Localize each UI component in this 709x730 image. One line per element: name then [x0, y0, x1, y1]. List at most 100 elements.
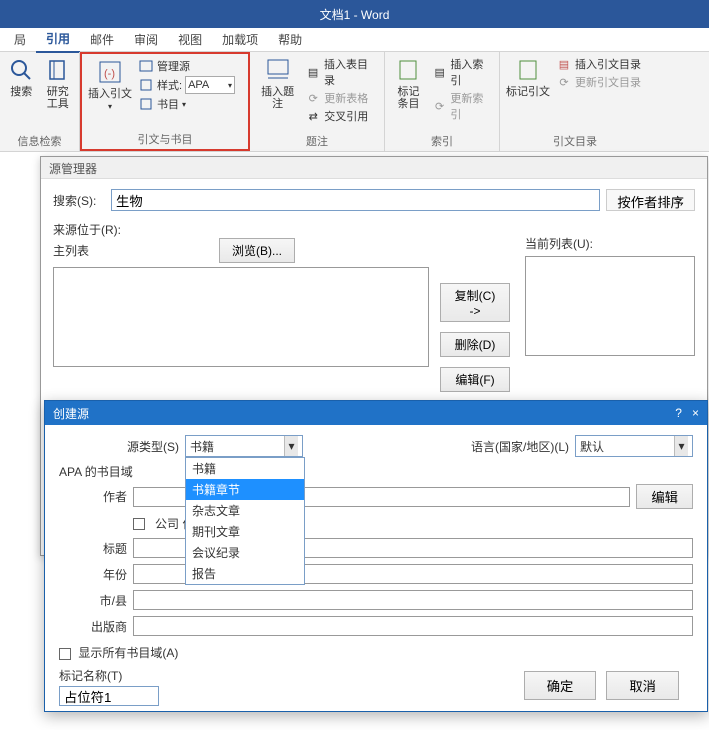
group-captions: 插入题注 ▤插入表目录 ⟳更新表格 ⇄交叉引用 题注: [250, 52, 385, 151]
browse-button[interactable]: 浏览(B)...: [219, 238, 295, 263]
current-listbox[interactable]: [525, 256, 695, 356]
show-all-checkbox[interactable]: [59, 648, 71, 660]
dialog-title: 源管理器: [41, 157, 707, 179]
option-journal[interactable]: 期刊文章: [186, 521, 304, 542]
year-label: 年份: [59, 566, 127, 583]
option-magazine[interactable]: 杂志文章: [186, 500, 304, 521]
source-type-label: 源类型(S): [59, 438, 179, 455]
update-table-button: ⟳更新表格: [305, 90, 378, 106]
tab-references[interactable]: 引用: [36, 26, 80, 53]
toa-icon: ▤: [556, 56, 572, 72]
show-all-label: 显示所有书目域(A): [78, 646, 178, 660]
tab-help[interactable]: 帮助: [268, 27, 312, 52]
option-report[interactable]: 报告: [186, 563, 304, 584]
master-list-label: 主列表: [53, 242, 89, 259]
insert-tof-button[interactable]: ▤插入表目录: [305, 56, 378, 88]
help-icon[interactable]: ?: [675, 406, 682, 420]
delete-button[interactable]: 删除(D): [440, 332, 510, 357]
option-book[interactable]: 书籍: [186, 458, 304, 479]
group-citations: (-) 插入引文 ▾ 管理源 样式: APA ▾: [80, 52, 250, 151]
dialog-title-text: 创建源: [53, 405, 89, 422]
group-label: 索引: [391, 133, 493, 151]
mark-icon: [394, 56, 422, 84]
search-button[interactable]: 搜索: [6, 56, 37, 98]
mark-citation-button[interactable]: 标记引文: [506, 56, 550, 98]
insert-toa-button[interactable]: ▤插入引文目录: [556, 56, 641, 72]
group-research: 搜索 研究 工具 信息检索: [0, 52, 80, 151]
cross-ref-button[interactable]: ⇄交叉引用: [305, 108, 378, 124]
copy-button[interactable]: 复制(C) ->: [440, 283, 510, 322]
edit-author-button[interactable]: 编辑: [636, 484, 693, 509]
language-label: 语言(国家/地区)(L): [471, 438, 569, 455]
citation-icon: (-): [96, 58, 124, 86]
chevron-down-icon: ▾: [108, 102, 112, 111]
insert-citation-button[interactable]: (-) 插入引文 ▾: [88, 58, 132, 111]
search-input[interactable]: [111, 189, 600, 211]
master-listbox[interactable]: [53, 267, 429, 367]
source-type-combo[interactable]: 书籍 ▾ 书籍 书籍章节 杂志文章 期刊文章 会议纪录 报告: [185, 435, 303, 457]
index-icon: ▤: [432, 64, 447, 80]
update-icon: ⟳: [556, 74, 572, 90]
tag-name-label: 标记名称(T): [59, 667, 159, 684]
insert-index-button[interactable]: ▤插入索引: [432, 56, 493, 88]
sort-button[interactable]: 按作者排序: [606, 189, 695, 211]
option-book-section[interactable]: 书籍章节: [186, 479, 304, 500]
city-input[interactable]: [133, 590, 693, 610]
update-toa-button: ⟳更新引文目录: [556, 74, 641, 90]
book-icon: [44, 56, 72, 84]
manage-sources-button[interactable]: 管理源: [138, 58, 235, 74]
city-label: 市/县: [59, 592, 127, 609]
tab-layout[interactable]: 局: [4, 27, 36, 52]
group-label: 引文与书目: [88, 131, 242, 149]
tof-icon: ▤: [305, 64, 321, 80]
style-selector[interactable]: 样式: APA ▾: [138, 76, 235, 94]
apa-fields-label: APA 的书目域: [59, 463, 693, 480]
source-type-dropdown: 书籍 书籍章节 杂志文章 期刊文章 会议纪录 报告: [185, 457, 305, 585]
group-toa: 标记引文 ▤插入引文目录 ⟳更新引文目录 引文目录: [500, 52, 650, 151]
cancel-button[interactable]: 取消: [606, 671, 679, 700]
ok-button[interactable]: 确定: [524, 671, 597, 700]
research-tools-button[interactable]: 研究 工具: [43, 56, 74, 110]
tab-review[interactable]: 审阅: [124, 27, 168, 52]
tag-name-input[interactable]: [59, 686, 159, 706]
doc-title: 文档1 - Word: [320, 6, 390, 23]
style-icon: [138, 77, 154, 93]
close-icon[interactable]: ×: [692, 406, 699, 420]
current-list-label: 当前列表(U):: [525, 235, 695, 252]
publisher-input[interactable]: [133, 616, 693, 636]
chevron-down-icon: ▾: [284, 436, 298, 456]
style-combo[interactable]: APA ▾: [185, 76, 235, 94]
mark-entry-button[interactable]: 标记 条目: [391, 56, 426, 110]
ribbon-tabs: 局 引用 邮件 审阅 视图 加载项 帮助: [0, 28, 709, 52]
search-icon: [7, 56, 35, 84]
mark-citation-icon: [514, 56, 542, 84]
language-combo[interactable]: 默认 ▾: [575, 435, 693, 457]
create-source-dialog: 创建源 ? × 源类型(S) 书籍 ▾ 书籍 书籍章节 杂志文章 期刊文章 会议…: [44, 400, 708, 712]
titlebar: 文档1 - Word: [0, 0, 709, 28]
tab-view[interactable]: 视图: [168, 27, 212, 52]
group-label: 引文目录: [506, 133, 644, 151]
edit-button[interactable]: 编辑(F): [440, 367, 510, 392]
crossref-icon: ⇄: [305, 108, 321, 124]
chevron-down-icon: ▾: [674, 436, 688, 456]
author-label: 作者: [59, 488, 127, 505]
insert-caption-button[interactable]: 插入题注: [256, 56, 299, 110]
bibliography-icon: [138, 96, 154, 112]
title-label: 标题: [59, 540, 127, 557]
update-icon: ⟳: [432, 98, 447, 114]
group-label: 题注: [256, 133, 378, 151]
source-location-label: 来源位于(R):: [53, 221, 515, 238]
tab-addins[interactable]: 加载项: [212, 27, 268, 52]
chevron-down-icon: ▾: [182, 100, 186, 109]
group-label: 信息检索: [6, 133, 73, 151]
ribbon: 搜索 研究 工具 信息检索 (-) 插入引文 ▾ 管: [0, 52, 709, 152]
bibliography-button[interactable]: 书目 ▾: [138, 96, 235, 112]
search-label: 搜索(S):: [53, 192, 105, 209]
chevron-down-icon: ▾: [228, 81, 232, 90]
option-proceedings[interactable]: 会议纪录: [186, 542, 304, 563]
corp-author-checkbox[interactable]: [133, 518, 145, 530]
dialog-title[interactable]: 创建源 ? ×: [45, 401, 707, 425]
group-index: 标记 条目 ▤插入索引 ⟳更新索引 索引: [385, 52, 500, 151]
update-icon: ⟳: [305, 90, 321, 106]
tab-mail[interactable]: 邮件: [80, 27, 124, 52]
